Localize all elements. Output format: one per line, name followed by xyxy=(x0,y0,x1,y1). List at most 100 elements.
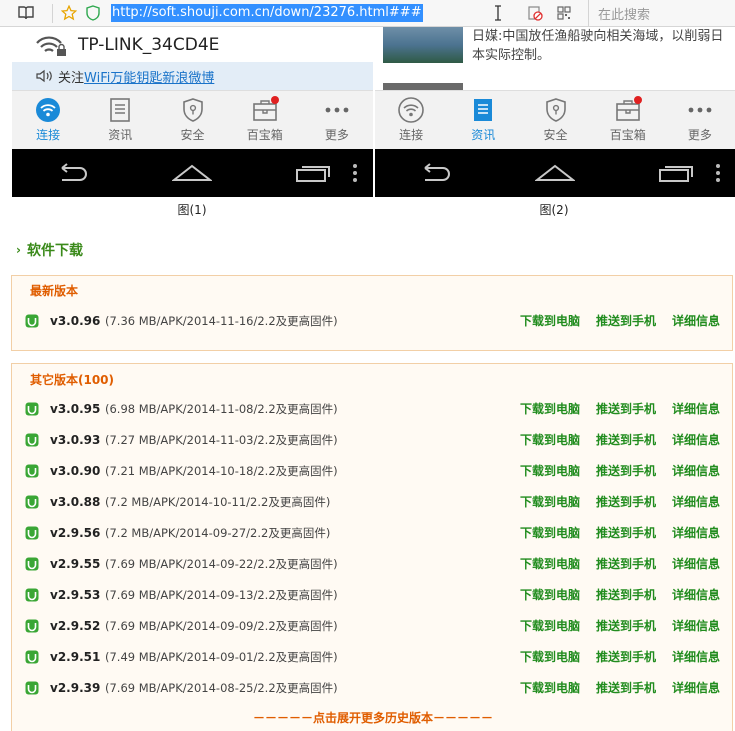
version-row: v2.9.52 (7.69 MB/APK/2014-09-09/2.2及更高固件)… xyxy=(23,610,733,641)
push-to-phone-link[interactable]: 推送到手机 xyxy=(596,555,656,572)
row-actions: 下载到电脑 推送到手机 详细信息 xyxy=(504,610,720,641)
details-link[interactable]: 详细信息 xyxy=(672,648,720,665)
version-meta: (7.69 MB/APK/2014-09-09/2.2及更高固件) xyxy=(105,618,338,633)
push-to-phone-link[interactable]: 推送到手机 xyxy=(596,462,656,479)
url-text[interactable]: http://soft.shouji.com.cn/down/23276.htm… xyxy=(111,4,423,22)
news-thumbnail xyxy=(383,27,463,63)
tab-more[interactable]: 更多 xyxy=(664,91,735,149)
version-number: v2.9.53 xyxy=(50,587,101,602)
tab-toolbox[interactable]: 百宝箱 xyxy=(229,91,301,149)
tab-security[interactable]: 安全 xyxy=(519,91,591,149)
menu-dots-icon[interactable] xyxy=(716,164,720,182)
tab-label: 连接 xyxy=(399,128,424,142)
details-link[interactable]: 详细信息 xyxy=(672,679,720,696)
download-to-pc-link[interactable]: 下载到电脑 xyxy=(520,586,580,603)
push-to-phone-link[interactable]: 推送到手机 xyxy=(596,679,656,696)
tab-toolbox[interactable]: 百宝箱 xyxy=(592,91,664,149)
details-link[interactable]: 详细信息 xyxy=(672,462,720,479)
wifi-network-row: TP-LINK_34CD4E xyxy=(12,27,373,62)
push-to-phone-link[interactable]: 推送到手机 xyxy=(596,493,656,510)
tab-connect[interactable]: 连接 xyxy=(12,91,84,149)
row-actions: 下载到电脑 推送到手机 详细信息 xyxy=(504,393,720,424)
back-icon[interactable] xyxy=(47,158,97,188)
push-to-phone-link[interactable]: 推送到手机 xyxy=(596,431,656,448)
push-to-phone-link[interactable]: 推送到手机 xyxy=(596,648,656,665)
home-icon[interactable] xyxy=(167,158,217,188)
notice-prefix: 关注 xyxy=(58,70,85,86)
version-row: v3.0.90 (7.21 MB/APK/2014-10-18/2.2及更高固件)… xyxy=(23,455,733,486)
version-number: v2.9.56 xyxy=(50,525,101,540)
push-to-phone-link[interactable]: 推送到手机 xyxy=(596,312,656,329)
download-to-pc-link[interactable]: 下载到电脑 xyxy=(520,555,580,572)
row-actions: 下载到电脑 推送到手机 详细信息 xyxy=(504,641,720,672)
recent-apps-icon[interactable] xyxy=(651,158,701,188)
more-dots-icon xyxy=(324,97,350,123)
tab-news[interactable]: 资讯 xyxy=(447,91,519,149)
android-apk-icon xyxy=(25,681,39,694)
push-to-phone-link[interactable]: 推送到手机 xyxy=(596,400,656,417)
tab-security[interactable]: 安全 xyxy=(156,91,228,149)
home-icon[interactable] xyxy=(530,158,580,188)
download-to-pc-link[interactable]: 下载到电脑 xyxy=(520,312,580,329)
search-input[interactable]: 在此搜索 xyxy=(588,0,735,27)
download-to-pc-link[interactable]: 下载到电脑 xyxy=(520,462,580,479)
news-text: 日媒:中国放任渔船驶向相关海域，以削弱日本实际控制。 xyxy=(472,29,724,63)
push-to-phone-link[interactable]: 推送到手机 xyxy=(596,617,656,634)
android-apk-icon xyxy=(25,557,39,570)
reader-view-icon[interactable] xyxy=(14,0,38,27)
details-link[interactable]: 详细信息 xyxy=(672,555,720,572)
android-apk-icon xyxy=(25,314,39,327)
row-actions: 下载到电脑 推送到手机 详细信息 xyxy=(504,548,720,579)
details-link[interactable]: 详细信息 xyxy=(672,524,720,541)
push-to-phone-link[interactable]: 推送到手机 xyxy=(596,524,656,541)
app-tab-bar: 连接 资讯 安全 百宝箱 更多 xyxy=(375,90,735,149)
version-number: v3.0.90 xyxy=(50,463,101,478)
download-to-pc-link[interactable]: 下载到电脑 xyxy=(520,679,580,696)
details-link[interactable]: 详细信息 xyxy=(672,312,720,329)
row-actions: 下载到电脑 推送到手机 详细信息 xyxy=(504,517,720,548)
download-to-pc-link[interactable]: 下载到电脑 xyxy=(520,617,580,634)
version-number: v3.0.95 xyxy=(50,401,101,416)
weibo-link[interactable]: WiFi万能钥匙新浪微博 xyxy=(84,67,214,86)
version-row: v2.9.51 (7.49 MB/APK/2014-09-01/2.2及更高固件)… xyxy=(23,641,733,672)
block-icon[interactable] xyxy=(523,0,547,27)
version-meta: (7.36 MB/APK/2014-11-16/2.2及更高固件) xyxy=(105,313,338,328)
wifi-lock-icon xyxy=(36,36,66,56)
tab-label: 资讯 xyxy=(108,128,133,142)
back-icon[interactable] xyxy=(410,158,460,188)
tab-news[interactable]: 资讯 xyxy=(84,91,156,149)
details-link[interactable]: 详细信息 xyxy=(672,493,720,510)
download-to-pc-link[interactable]: 下载到电脑 xyxy=(520,493,580,510)
expand-history-link[interactable]: －－－－－点击展开更多历史版本－－－－－ xyxy=(12,709,734,726)
details-link[interactable]: 详细信息 xyxy=(672,400,720,417)
security-shield-icon[interactable] xyxy=(81,0,105,27)
version-number: v2.9.39 xyxy=(50,680,101,695)
wifi-tab-icon xyxy=(398,97,424,123)
tab-connect[interactable]: 连接 xyxy=(375,91,447,149)
version-meta: (7.69 MB/APK/2014-09-13/2.2及更高固件) xyxy=(105,587,338,602)
version-meta: (7.21 MB/APK/2014-10-18/2.2及更高固件) xyxy=(105,463,338,478)
details-link[interactable]: 详细信息 xyxy=(672,617,720,634)
push-to-phone-link[interactable]: 推送到手机 xyxy=(596,586,656,603)
bookmark-star-icon[interactable] xyxy=(57,0,81,27)
tab-more[interactable]: 更多 xyxy=(301,91,373,149)
download-to-pc-link[interactable]: 下载到电脑 xyxy=(520,648,580,665)
divider xyxy=(52,3,53,23)
row-actions: 下载到电脑 推送到手机 详细信息 xyxy=(504,455,720,486)
details-link[interactable]: 详细信息 xyxy=(672,586,720,603)
version-row: v3.0.95 (6.98 MB/APK/2014-11-08/2.2及更高固件)… xyxy=(23,393,733,424)
recent-apps-icon[interactable] xyxy=(288,158,338,188)
menu-dots-icon[interactable] xyxy=(353,164,357,182)
download-to-pc-link[interactable]: 下载到电脑 xyxy=(520,400,580,417)
details-link[interactable]: 详细信息 xyxy=(672,431,720,448)
version-number: v3.0.88 xyxy=(50,494,101,509)
qr-code-icon[interactable] xyxy=(552,0,576,27)
version-row: v3.0.93 (7.27 MB/APK/2014-11-03/2.2及更高固件)… xyxy=(23,424,733,455)
tab-label: 资讯 xyxy=(471,128,496,142)
version-row: v3.0.96 (7.36 MB/APK/2014-11-16/2.2及更高固件… xyxy=(23,305,733,336)
url-field[interactable]: http://soft.shouji.com.cn/down/23276.htm… xyxy=(111,4,423,22)
version-number: v2.9.52 xyxy=(50,618,101,633)
download-to-pc-link[interactable]: 下载到电脑 xyxy=(520,431,580,448)
tab-label: 安全 xyxy=(543,128,568,142)
download-to-pc-link[interactable]: 下载到电脑 xyxy=(520,524,580,541)
